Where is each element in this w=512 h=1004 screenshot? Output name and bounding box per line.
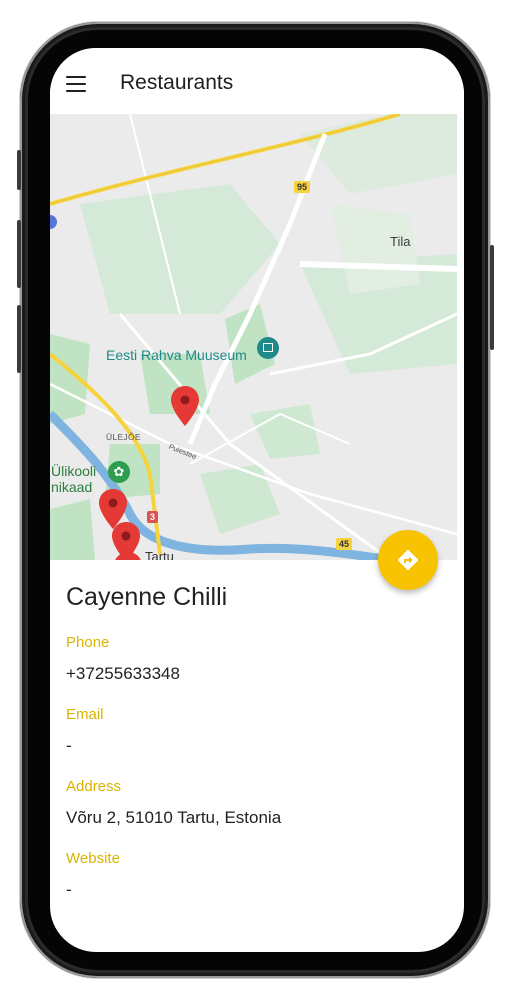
page-title: Restaurants	[120, 71, 234, 94]
website-label: Website	[66, 850, 120, 867]
website-value: -	[66, 880, 72, 899]
restaurant-marker-icon[interactable]	[171, 386, 199, 426]
garden-icon: ✿	[108, 461, 130, 483]
restaurant-marker-icon[interactable]	[114, 552, 142, 560]
phone-side-button	[17, 150, 21, 190]
phone-side-button	[17, 220, 21, 288]
road-shield: 45	[336, 538, 353, 550]
address-label: Address	[66, 778, 122, 795]
directions-button[interactable]	[378, 530, 438, 590]
restaurant-name: Cayenne Chilli	[66, 583, 228, 611]
phone-value[interactable]: +37255633348	[66, 664, 446, 684]
restaurant-details: Cayenne Chilli Phone +37255633348 Email …	[66, 583, 446, 922]
phone-side-button	[17, 305, 21, 373]
app-screen: Restaurants Tila Eesti Rahva Muuseum ÜLE…	[50, 48, 464, 952]
email-label: Email	[66, 706, 104, 723]
email-value: -	[66, 736, 72, 755]
menu-icon[interactable]	[66, 76, 86, 93]
map-label-botanic-garden: nikaad	[51, 479, 93, 495]
phone-label: Phone	[66, 634, 110, 651]
app-bar: Restaurants	[50, 48, 464, 114]
museum-icon	[257, 337, 279, 359]
map-label-district: ÜLEJÕE	[106, 432, 141, 442]
phone-side-button	[490, 245, 494, 350]
map-label-botanic-garden: Ülikooli	[51, 463, 97, 479]
address-value[interactable]: Võru 2, 51010 Tartu, Estonia	[66, 808, 446, 828]
map-label-museum: Eesti Rahva Muuseum	[106, 347, 247, 363]
map-view[interactable]: Tila Eesti Rahva Muuseum ÜLEJÕE Puiestee…	[50, 114, 457, 560]
map-label-city: Tartu	[145, 549, 174, 560]
road-shield: 3	[147, 511, 159, 523]
directions-icon	[397, 549, 419, 571]
road-shield: 95	[294, 181, 311, 193]
map-label-tila: Tila	[390, 234, 411, 249]
